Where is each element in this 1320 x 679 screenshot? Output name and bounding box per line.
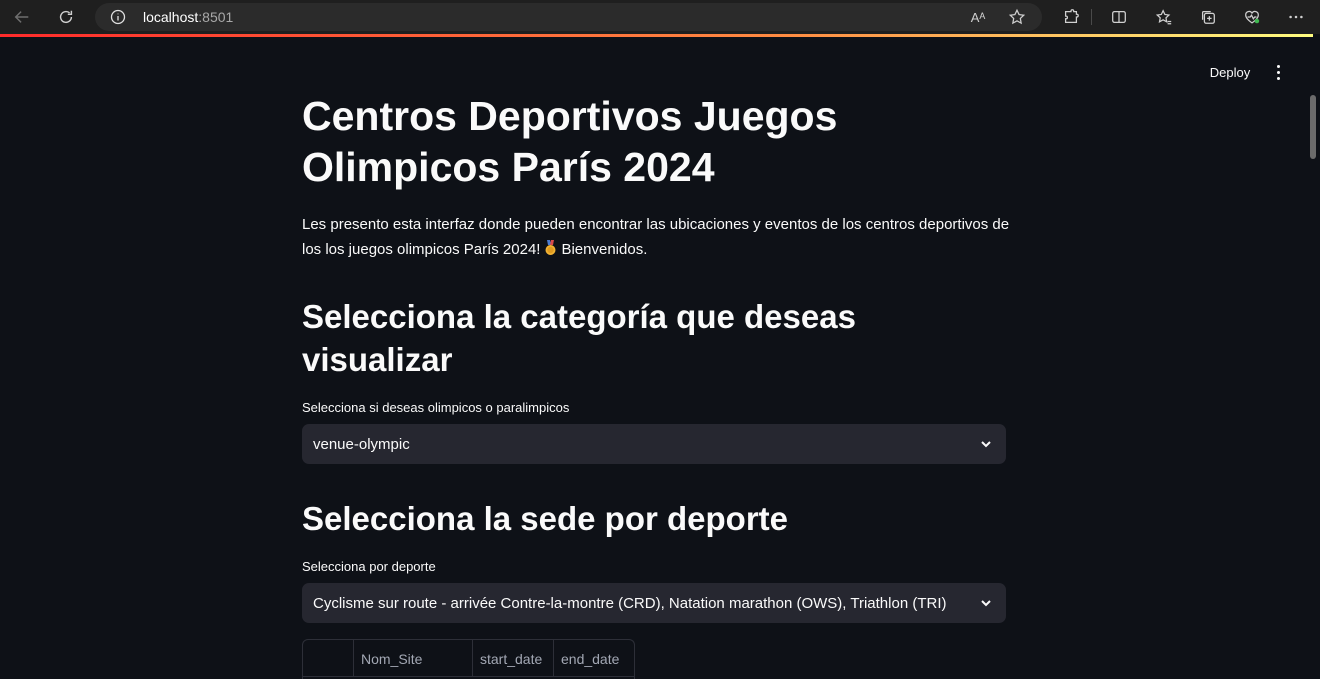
reload-icon <box>59 10 73 24</box>
extensions-icon[interactable] <box>1060 6 1082 28</box>
url-host: localhost <box>143 9 199 25</box>
main-menu-icon[interactable] <box>1268 61 1288 83</box>
chevron-down-icon <box>981 600 991 607</box>
read-aloud-icon[interactable]: Aᴬ <box>969 8 987 26</box>
favorites-icon[interactable] <box>1153 6 1175 28</box>
column-header-end-date[interactable]: end_date <box>554 640 634 677</box>
column-header-start-date[interactable]: start_date <box>473 640 554 677</box>
category-select[interactable]: venue-olympic <box>302 424 1006 464</box>
split-screen-icon[interactable] <box>1108 6 1130 28</box>
venues-dataframe[interactable]: Nom_Site start_date end_date <box>302 639 635 679</box>
deploy-button[interactable]: Deploy <box>1200 62 1260 82</box>
sport-select-value: Cyclisme sur route - arrivée Contre-la-m… <box>313 594 947 612</box>
page-title: Centros Deportivos Juegos Olimpicos Parí… <box>302 93 838 190</box>
url-text[interactable]: localhost:8501 <box>143 9 233 25</box>
back-arrow-icon <box>14 11 29 23</box>
browser-toolbar: localhost:8501 Aᴬ <box>0 0 1320 34</box>
toolbar-divider <box>1091 9 1092 25</box>
sport-select-label: Selecciona por deporte <box>302 559 436 574</box>
category-heading: Selecciona la categoría que deseas visua… <box>302 298 856 378</box>
column-header-index[interactable] <box>303 640 354 677</box>
favorite-star-icon[interactable] <box>1008 8 1026 26</box>
back-button[interactable] <box>7 2 37 32</box>
collections-icon[interactable] <box>1197 6 1219 28</box>
category-select-value: venue-olympic <box>313 435 410 453</box>
info-icon[interactable] <box>110 9 126 25</box>
intro-text: Les presento esta interfaz donde pueden … <box>302 216 1010 258</box>
intro-paragraph: Les presento esta interfaz donde pueden … <box>302 212 1012 262</box>
medal-icon <box>545 240 556 255</box>
url-port: :8501 <box>198 9 234 25</box>
sport-multiselect[interactable]: Cyclisme sur route - arrivée Contre-la-m… <box>302 583 1006 623</box>
table-header-divider <box>303 676 634 677</box>
column-header-nom-site[interactable]: Nom_Site <box>354 640 473 677</box>
category-select-label: Selecciona si deseas olimpicos o paralim… <box>302 400 570 415</box>
reload-button[interactable] <box>51 2 81 32</box>
browser-essentials-icon[interactable] <box>1241 6 1263 28</box>
address-bar[interactable]: localhost:8501 Aᴬ <box>95 3 1042 31</box>
chevron-down-icon <box>981 441 991 448</box>
intro-welcome: Bienvenidos. <box>561 241 648 258</box>
scrollbar-thumb[interactable] <box>1310 95 1316 159</box>
more-options-icon[interactable] <box>1285 6 1307 28</box>
venue-heading: Selecciona la sede por deporte <box>302 500 789 537</box>
